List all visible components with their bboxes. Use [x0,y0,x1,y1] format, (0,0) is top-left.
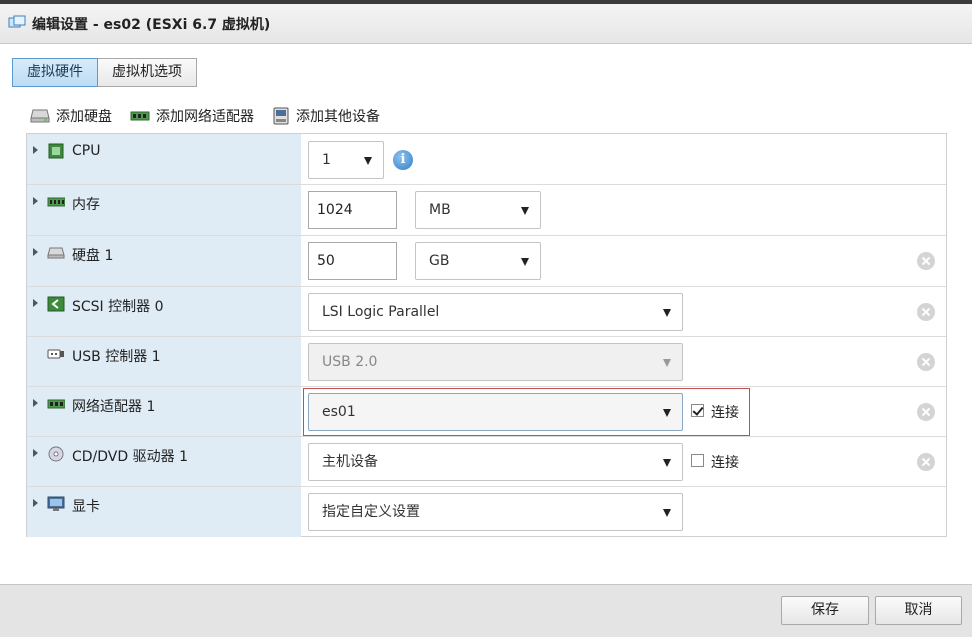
usb-label: USB 控制器 1 [72,349,161,365]
remove-nic-icon[interactable] [917,403,935,421]
row-label-cell: 显卡 [27,487,301,537]
dialog-title: 编辑设置 - es02 (ESXi 6.7 虚拟机) [32,17,271,33]
disk-unit-select[interactable]: GB [415,242,541,280]
vm-icon [8,15,26,28]
tab-strip: 虚拟硬件 虚拟机选项 [12,58,197,87]
hardware-row-usb: USB 控制器 1 USB 2.0 [27,337,946,387]
memory-unit-select[interactable]: MB [415,191,541,229]
hardware-row-cpu: CPU 1 i [27,134,946,185]
memory-size-input[interactable]: 1024 [308,191,397,229]
cdrom-connect-label[interactable]: 连接 [711,452,739,472]
hard-disk-icon [30,109,50,123]
nic-connect-checkbox[interactable] [691,404,704,417]
usb-icon [47,349,64,359]
cpu-count-value: 1 [322,152,331,168]
nic-connect-label[interactable]: 连接 [711,402,739,422]
memory-label: 内存 [72,197,100,213]
dialog-footer: 保存 取消 [0,584,972,637]
info-icon[interactable]: i [393,150,413,170]
cancel-button[interactable]: 取消 [875,596,962,625]
disk-unit-value: GB [429,253,450,269]
remove-disk-icon[interactable] [917,252,935,270]
tab-virtual-hardware[interactable]: 虚拟硬件 [12,58,98,87]
hardware-row-scsi: SCSI 控制器 0 LSI Logic Parallel [27,287,946,337]
nic-network-select[interactable]: es01 [308,393,683,431]
cdrom-device-value: 主机设备 [322,454,378,470]
disk-size-input[interactable]: 50 [308,242,397,280]
network-card-icon [47,399,65,409]
row-label-cell: 硬盘 1 [27,236,301,286]
video-settings-select[interactable]: 指定自定义设置 [308,493,683,531]
expand-arrow-icon[interactable] [33,449,38,457]
video-label: 显卡 [72,499,100,515]
cdrom-device-select[interactable]: 主机设备 [308,443,683,481]
network-card-icon [130,111,150,121]
memory-icon [47,197,65,207]
usb-type-select: USB 2.0 [308,343,683,381]
expand-arrow-icon[interactable] [33,299,38,307]
dropdown-arrow-icon [663,459,671,467]
hard-disk-icon [47,247,65,259]
hardware-toolbar: 添加硬盘 添加网络适配器 添加其他设备 [30,106,380,126]
dialog-titlebar: 编辑设置 - es02 (ESXi 6.7 虚拟机) [0,0,972,44]
row-label-cell: SCSI 控制器 0 [27,287,301,336]
add-nic-button[interactable]: 添加网络适配器 [130,106,254,126]
dropdown-arrow-icon [521,258,529,266]
remove-usb-icon[interactable] [917,353,935,371]
hardware-row-disk: 硬盘 1 50 GB [27,236,946,287]
add-other-device-button[interactable]: 添加其他设备 [272,106,380,126]
nic-label: 网络适配器 1 [72,399,156,415]
row-label-cell: 网络适配器 1 [27,387,301,436]
usb-type-value: USB 2.0 [322,354,378,370]
edit-settings-dialog: 编辑设置 - es02 (ESXi 6.7 虚拟机) 虚拟硬件 虚拟机选项 添加… [0,0,972,637]
add-other-device-label: 添加其他设备 [296,109,380,125]
remove-cdrom-icon[interactable] [917,453,935,471]
hardware-grid: CPU 1 i 内存 1024 MB 硬盘 1 50 GB SCSI 控制器 0… [26,133,947,537]
cpu-icon [48,143,64,159]
video-settings-value: 指定自定义设置 [322,504,420,520]
add-disk-label: 添加硬盘 [56,109,112,125]
dropdown-arrow-icon [663,359,671,367]
add-disk-button[interactable]: 添加硬盘 [30,106,112,126]
disk-label: 硬盘 1 [72,248,114,264]
scsi-type-value: LSI Logic Parallel [322,304,440,320]
cdrom-connect-checkbox[interactable] [691,454,704,467]
device-icon [273,107,289,125]
remove-scsi-icon[interactable] [917,303,935,321]
memory-unit-value: MB [429,202,451,218]
row-label-cell: CD/DVD 驱动器 1 [27,437,301,486]
hardware-row-memory: 内存 1024 MB [27,185,946,236]
cpu-count-select[interactable]: 1 [308,141,384,179]
dropdown-arrow-icon [663,509,671,517]
scsi-controller-icon [47,296,65,312]
dropdown-arrow-icon [521,207,529,215]
scsi-type-select[interactable]: LSI Logic Parallel [308,293,683,331]
hardware-row-nic: 网络适配器 1 es01 连接 [27,387,946,437]
expand-arrow-icon[interactable] [33,146,38,154]
dropdown-arrow-icon [663,409,671,417]
monitor-icon [47,496,65,511]
nic-network-value: es01 [322,404,356,420]
cdrom-label: CD/DVD 驱动器 1 [72,449,188,465]
dropdown-arrow-icon [663,309,671,317]
row-label-cell: 内存 [27,185,301,235]
cpu-label: CPU [72,143,101,159]
expand-arrow-icon[interactable] [33,248,38,256]
dropdown-arrow-icon [364,157,372,165]
expand-arrow-icon[interactable] [33,499,38,507]
expand-arrow-icon[interactable] [33,197,38,205]
scsi-label: SCSI 控制器 0 [72,299,164,315]
row-label-cell: USB 控制器 1 [27,337,301,386]
expand-arrow-icon[interactable] [33,399,38,407]
add-nic-label: 添加网络适配器 [156,109,254,125]
hardware-row-video: 显卡 指定自定义设置 [27,487,946,537]
hardware-row-cdrom: CD/DVD 驱动器 1 主机设备 连接 [27,437,946,487]
tab-vm-options[interactable]: 虚拟机选项 [98,58,197,87]
save-button[interactable]: 保存 [781,596,869,625]
row-label-cell: CPU [27,134,301,184]
cd-dvd-icon [48,446,64,462]
